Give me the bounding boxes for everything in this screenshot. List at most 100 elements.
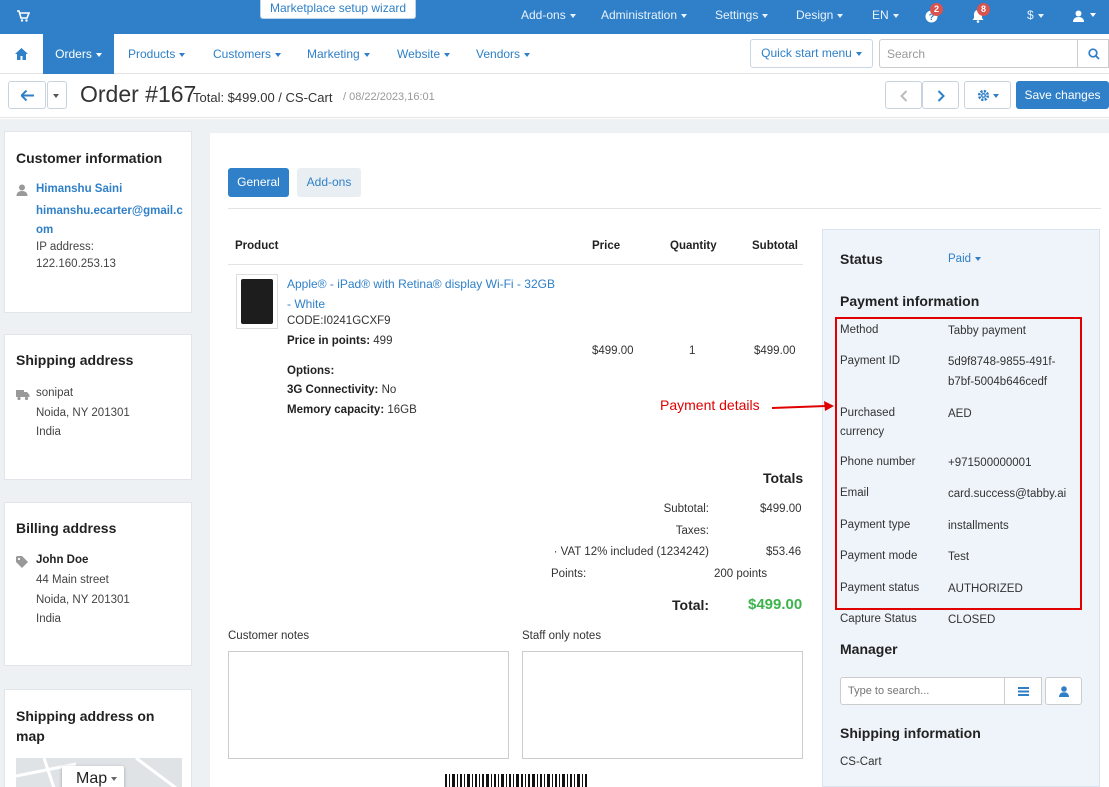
customer-name-link[interactable]: Himanshu Saini [36,180,122,199]
ip-address-value: 122.160.253.13 [36,258,116,270]
product-name-link[interactable]: Apple® - iPad® with Retina® display Wi-F… [287,274,557,314]
shipping-information-heading: Shipping information [840,725,981,741]
chevron-down-icon [444,52,451,57]
nav-marketing[interactable]: Marketing [307,34,370,74]
topnav-design[interactable]: Design [796,0,844,34]
help-menu[interactable]: ? 2 [922,0,952,34]
user-menu[interactable] [1073,0,1099,34]
manager-list-button[interactable] [1004,677,1042,705]
nav-customers[interactable]: Customers [213,34,282,74]
staff-notes-textarea[interactable] [522,651,803,759]
next-order-button[interactable] [922,81,959,109]
topnav-administration[interactable]: Administration [601,0,688,34]
customer-information-heading: Customer information [16,150,163,166]
notifications-menu[interactable]: 8 [970,0,1000,34]
nav-products[interactable]: Products [128,34,186,74]
status-label: Status [840,251,883,267]
vat-value: $53.46 [766,546,802,558]
nav-vendors[interactable]: Vendors [476,34,531,74]
manager-heading: Manager [840,641,898,657]
user-icon [16,184,28,196]
points-label: Points: [551,568,587,580]
chevron-down-icon [855,51,862,56]
nav-orders[interactable]: Orders [43,34,114,74]
previous-order-button[interactable] [885,81,922,109]
payment-information-heading: Payment information [840,293,980,309]
col-quantity: Quantity [670,240,717,252]
save-changes-button[interactable]: Save changes [1016,81,1109,109]
billing-line-1: 44 Main street [36,574,109,586]
col-subtotal: Subtotal [752,240,798,252]
payment-details-annotation: Payment details [660,397,760,413]
shipping-map-heading: Shipping address on map [16,708,155,744]
chevron-down-icon [1037,13,1044,18]
customer-information-card: Customer information Himanshu Saini hima… [4,131,192,313]
arrow-left-icon [21,90,34,101]
product-price: $499.00 [592,345,634,357]
user-icon [1059,686,1069,697]
billing-address-heading: Billing address [16,520,117,536]
back-dropdown-button[interactable] [47,81,67,109]
totals-heading: Totals [763,470,804,486]
page-title: Order #167 [80,81,197,107]
search-button[interactable] [1077,39,1109,68]
vat-label: · VAT 12% included (1234242) [553,546,709,558]
quick-start-menu-button[interactable]: Quick start menu [750,39,873,68]
shipping-line-2: Noida, NY 201301 [36,407,130,419]
total-label: Total: [672,597,710,613]
map-view[interactable]: Map [16,758,182,787]
shipping-line-3: India [36,426,61,438]
help-badge: 2 [930,3,943,16]
topnav-currency[interactable]: $ [1027,0,1044,34]
customer-notes-textarea[interactable] [228,651,509,759]
notifications-badge: 8 [977,3,990,16]
product-code: CODE:I0241GCXF9 [287,315,391,327]
subtotal-value: $499.00 [760,503,802,515]
chevron-down-icon [837,13,844,18]
billing-name: John Doe [36,554,89,566]
subtotal-label: Subtotal: [663,503,709,515]
cart-icon[interactable] [16,9,30,23]
topnav-language[interactable]: EN [872,0,899,34]
staff-notes-label: Staff only notes [522,630,602,642]
marketplace-setup-wizard-button[interactable]: Marketplace setup wizard [260,0,417,19]
product-thumbnail[interactable] [236,274,278,329]
status-dropdown[interactable]: Paid [948,253,982,265]
map-type-button[interactable]: Map [62,766,124,787]
chevron-down-icon [179,52,186,57]
back-button[interactable] [8,81,46,109]
truck-icon [16,390,30,401]
customer-email-link[interactable]: himanshu.ecarter@gmail.c om [36,202,186,240]
gear-icon [977,89,990,102]
shipping-address-heading: Shipping address [16,352,134,368]
payment-details-highlight-box [835,317,1082,610]
chevron-down-icon [993,94,999,98]
home-icon [15,48,28,60]
chevron-down-icon [111,776,118,781]
topnav-addons[interactable]: Add-ons [521,0,576,34]
shipping-address-card: Shipping address sonipat Noida, NY 20130… [4,334,192,480]
topnav-settings[interactable]: Settings [715,0,769,34]
manager-assign-user-button[interactable] [1045,677,1082,705]
chevron-down-icon [363,52,370,57]
chevron-down-icon [95,52,102,57]
home-button[interactable] [0,34,40,74]
chevron-down-icon [53,94,59,98]
list-icon [1018,687,1029,696]
chevron-left-icon [900,90,908,102]
order-date: / 08/22/2023,16:01 [343,91,435,103]
col-product: Product [235,240,279,252]
search-input[interactable] [879,39,1078,68]
manager-search-input[interactable] [840,677,1005,705]
tab-addons[interactable]: Add-ons [297,168,361,197]
tag-icon [16,556,28,568]
product-subtotal: $499.00 [754,345,796,357]
tab-general[interactable]: General [228,168,289,197]
chevron-down-icon [681,13,688,18]
capture-status-value: CLOSED [948,614,996,626]
option-3g-connectivity: 3G Connectivity: No [287,384,397,396]
chevron-down-icon [275,52,282,57]
nav-website[interactable]: Website [397,34,451,74]
billing-line-3: India [36,613,61,625]
settings-dropdown-button[interactable] [964,81,1011,109]
